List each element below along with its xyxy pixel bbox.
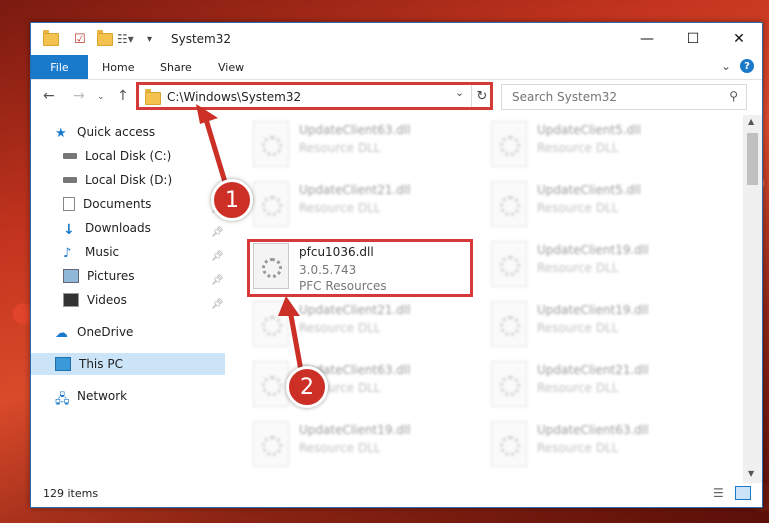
annotation-arrows	[196, 104, 305, 377]
arrow-1-head	[196, 104, 218, 124]
arrow-2-head	[278, 296, 300, 316]
callout-2: 2	[286, 366, 328, 408]
callout-1: 1	[211, 179, 253, 221]
